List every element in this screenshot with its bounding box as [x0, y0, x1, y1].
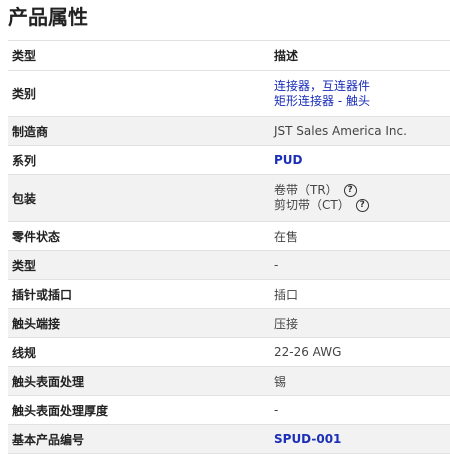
- table-header-row: 类型 描述: [8, 40, 450, 71]
- category-link-rectangular-contacts[interactable]: 矩形连接器 - 触头: [274, 94, 450, 109]
- table-row-series: 系列 PUD: [8, 145, 450, 175]
- contact-finish-thickness-value: -: [274, 403, 279, 417]
- base-part-number-link[interactable]: SPUD-001: [274, 432, 450, 447]
- product-attributes-table: 类型 描述 类别 连接器，互连器件 矩形连接器 - 触头 制造商 JST Sal…: [8, 40, 450, 454]
- table-row-wire-gauge: 线规 22-26 AWG: [8, 337, 450, 367]
- table-row-contact-finish: 触头表面处理 锡: [8, 366, 450, 396]
- row-label: 类别: [12, 87, 37, 101]
- row-label: 线规: [12, 345, 37, 360]
- contact-termination-value: 压接: [274, 316, 299, 331]
- row-label: 零件状态: [12, 229, 61, 244]
- question-circle-icon[interactable]: ?: [355, 199, 369, 212]
- table-row-type: 类型 -: [8, 250, 450, 280]
- table-row-category: 类别 连接器，互连器件 矩形连接器 - 触头: [8, 70, 450, 117]
- column-header-description: 描述: [274, 49, 299, 63]
- manufacturer-value: JST Sales America Inc.: [274, 124, 407, 138]
- packaging-cut-tape: 剪切带（CT）: [274, 198, 350, 212]
- table-row-part-status: 零件状态 在售: [8, 221, 450, 251]
- wire-gauge-value: 22-26 AWG: [274, 345, 342, 359]
- table-row-base-part-number: 基本产品编号 SPUD-001: [8, 424, 450, 454]
- table-row-contact-termination: 触头端接 压接: [8, 308, 450, 338]
- row-label: 制造商: [12, 124, 49, 139]
- question-circle-icon[interactable]: ?: [343, 184, 357, 197]
- row-label: 基本产品编号: [12, 432, 85, 447]
- column-header-type: 类型: [12, 49, 37, 63]
- type-value: -: [274, 258, 279, 272]
- row-label: 触头表面处理: [12, 374, 85, 389]
- row-label: 触头表面处理厚度: [12, 403, 109, 418]
- table-row-packaging: 包装 卷带（TR）? 剪切带（CT）?: [8, 174, 450, 222]
- contact-finish-value: 锡: [274, 374, 287, 389]
- row-label: 触头端接: [12, 316, 61, 331]
- table-row-pin-or-socket: 插针或插口 插口: [8, 279, 450, 309]
- part-status-value: 在售: [274, 229, 299, 244]
- table-row-manufacturer: 制造商 JST Sales America Inc.: [8, 116, 450, 146]
- series-link[interactable]: PUD: [274, 153, 450, 168]
- row-label: 类型: [12, 258, 37, 273]
- category-link-connectors[interactable]: 连接器，互连器件: [274, 79, 450, 94]
- row-label: 包装: [12, 191, 37, 206]
- table-row-contact-finish-thickness: 触头表面处理厚度 -: [8, 395, 450, 425]
- packaging-tape-reel: 卷带（TR）: [274, 183, 338, 197]
- pin-or-socket-value: 插口: [274, 287, 299, 302]
- row-label: 系列: [12, 153, 37, 168]
- row-label: 插针或插口: [12, 287, 73, 302]
- page-title: 产品属性: [8, 5, 88, 29]
